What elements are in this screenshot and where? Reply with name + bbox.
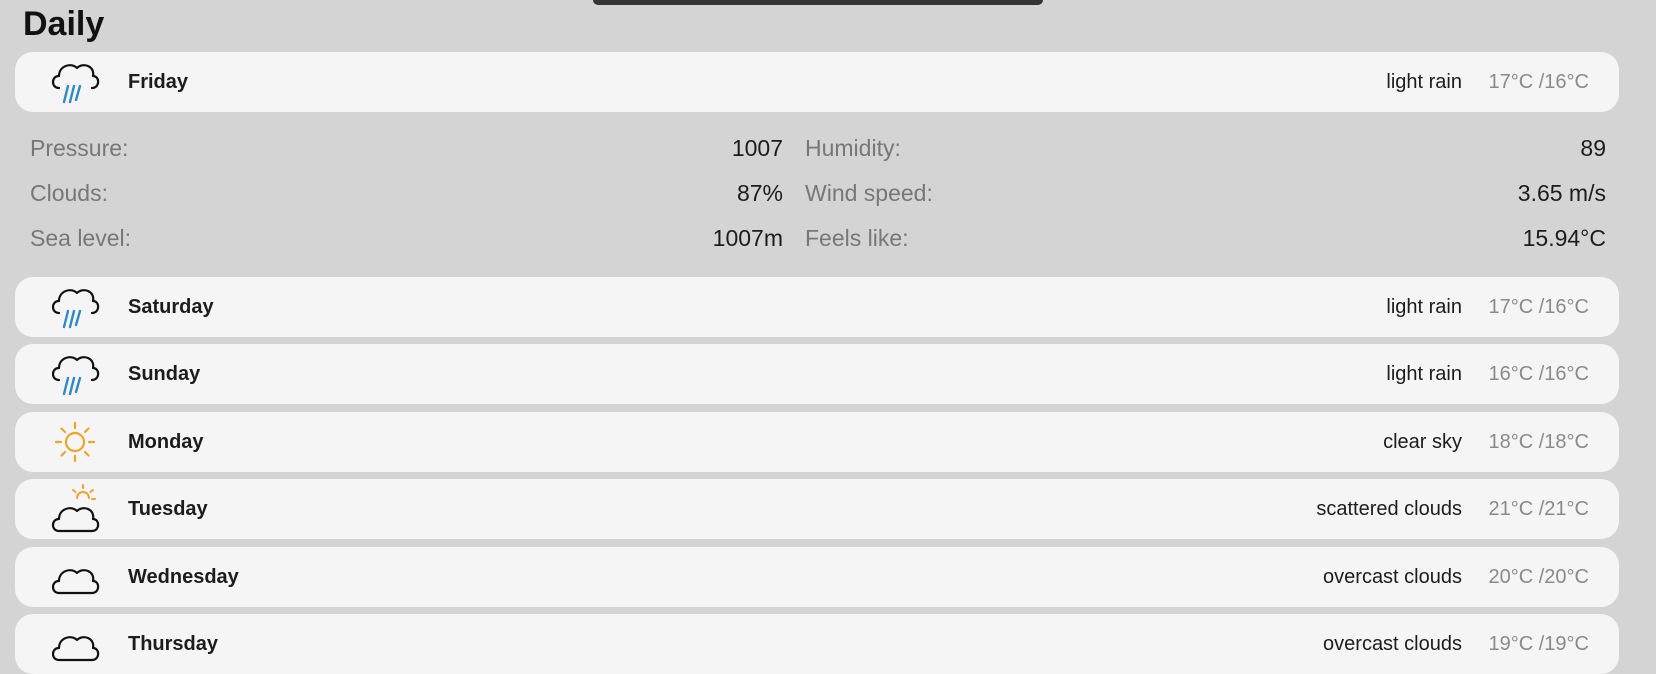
day-name: Sunday <box>128 363 201 385</box>
day-row-friday[interactable]: Friday light rain 17°C /16°C <box>15 52 1619 112</box>
rain-cloud-icon <box>47 346 103 402</box>
weather-description: clear sky <box>1383 431 1462 453</box>
day-row-wednesday[interactable]: Wednesday overcast clouds 20°C /20°C <box>15 547 1619 607</box>
details-column-right: Humidity: 89 Wind speed: 3.65 m/s Feels … <box>805 128 1606 263</box>
detail-pressure: Pressure: 1007 <box>30 128 783 173</box>
day-name: Saturday <box>128 296 214 318</box>
day-row-monday[interactable]: Monday clear sky 18°C /18°C <box>15 412 1619 472</box>
weather-description: overcast clouds <box>1323 566 1462 588</box>
temperature-range: 20°C /20°C <box>1488 566 1590 588</box>
sun-cloud-icon <box>47 481 103 537</box>
detail-label: Clouds: <box>30 180 108 206</box>
detail-value: 3.65 m/s <box>1517 180 1606 206</box>
detail-humidity: Humidity: 89 <box>805 128 1606 173</box>
detail-sea-level: Sea level: 1007m <box>30 218 783 263</box>
temperature-range: 16°C /16°C <box>1488 363 1590 385</box>
details-column-left: Pressure: 1007 Clouds: 87% Sea level: 10… <box>30 128 783 263</box>
page-title: Daily <box>23 5 105 43</box>
detail-value: 1007m <box>712 225 783 251</box>
detail-clouds: Clouds: 87% <box>30 173 783 218</box>
detail-feels-like: Feels like: 15.94°C <box>805 218 1606 263</box>
day-name: Wednesday <box>128 566 239 588</box>
day-name: Friday <box>128 71 189 93</box>
detail-label: Humidity: <box>805 135 901 161</box>
cloud-icon <box>47 549 103 605</box>
rain-cloud-icon <box>47 54 103 110</box>
detail-value: 89 <box>1580 135 1606 161</box>
day-name: Tuesday <box>128 498 208 520</box>
detail-wind-speed: Wind speed: 3.65 m/s <box>805 173 1606 218</box>
temperature-range: 17°C /16°C <box>1488 71 1590 93</box>
day-row-thursday[interactable]: Thursday overcast clouds 19°C /19°C <box>15 614 1619 674</box>
rain-cloud-icon <box>47 279 103 335</box>
temperature-range: 18°C /18°C <box>1488 431 1590 453</box>
day-name: Thursday <box>128 633 219 655</box>
sun-icon <box>47 414 103 470</box>
detail-label: Pressure: <box>30 135 129 161</box>
detail-value: 1007 <box>731 135 783 161</box>
day-details-panel: Pressure: 1007 Clouds: 87% Sea level: 10… <box>30 128 1606 264</box>
weather-description: scattered clouds <box>1316 498 1462 520</box>
cloud-icon <box>47 616 103 672</box>
day-row-tuesday[interactable]: Tuesday scattered clouds 21°C /21°C <box>15 479 1619 539</box>
day-name: Monday <box>128 431 204 453</box>
day-row-saturday[interactable]: Saturday light rain 17°C /16°C <box>15 277 1619 337</box>
temperature-range: 21°C /21°C <box>1488 498 1590 520</box>
detail-label: Wind speed: <box>805 180 933 206</box>
weather-description: overcast clouds <box>1323 633 1462 655</box>
weather-description: light rain <box>1386 296 1462 318</box>
temperature-range: 19°C /19°C <box>1488 633 1590 655</box>
weather-description: light rain <box>1386 71 1462 93</box>
day-row-sunday[interactable]: Sunday light rain 16°C /16°C <box>15 344 1619 404</box>
top-overlay-bar <box>593 0 1043 5</box>
weather-description: light rain <box>1386 363 1462 385</box>
detail-value: 15.94°C <box>1522 225 1606 251</box>
detail-label: Sea level: <box>30 225 132 251</box>
detail-label: Feels like: <box>805 225 909 251</box>
detail-value: 87% <box>736 180 783 206</box>
temperature-range: 17°C /16°C <box>1488 296 1590 318</box>
